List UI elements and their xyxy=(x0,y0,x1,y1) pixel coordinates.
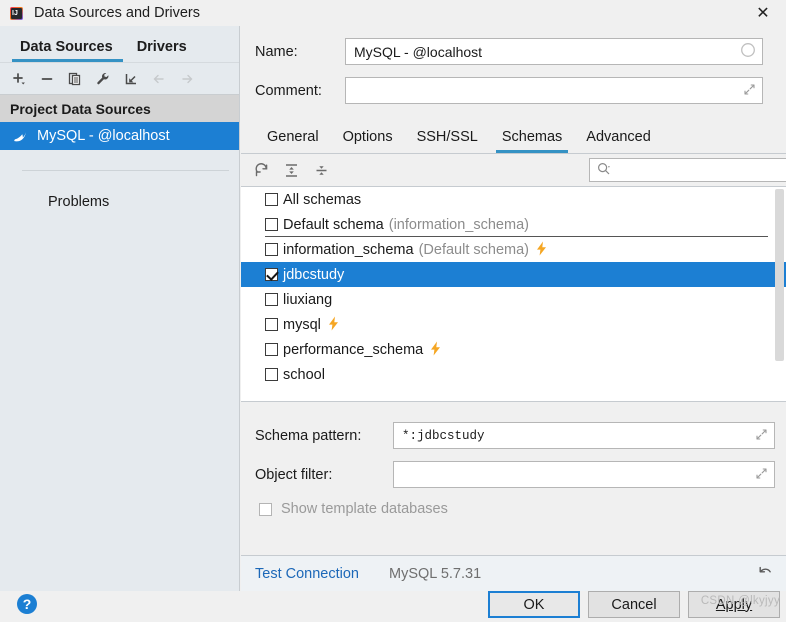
ok-button[interactable]: OK xyxy=(488,591,580,618)
left-tab-bar: Data Sources Drivers xyxy=(0,26,239,62)
search-input[interactable] xyxy=(589,158,786,182)
schema-label: jdbcstudy xyxy=(283,266,345,283)
collapse-all-icon[interactable] xyxy=(309,158,333,182)
schema-row-liuxiang[interactable]: liuxiang xyxy=(241,287,786,312)
status-circle-icon xyxy=(740,42,756,61)
tab-general[interactable]: General xyxy=(255,129,331,153)
checkbox[interactable] xyxy=(265,293,278,306)
lightning-bolt-icon xyxy=(327,316,340,333)
back-arrow-icon xyxy=(146,66,172,92)
revert-arrow-icon[interactable] xyxy=(756,563,774,586)
schema-note: (information_schema) xyxy=(388,216,529,233)
left-panel: Data Sources Drivers Project Data Source… xyxy=(0,26,240,622)
import-icon[interactable] xyxy=(118,66,144,92)
schema-pattern-value: *:jdbcstudy xyxy=(402,428,485,443)
help-button[interactable]: ? xyxy=(17,594,37,614)
schema-pattern-label: Schema pattern: xyxy=(255,427,362,444)
checkbox[interactable] xyxy=(265,243,278,256)
schema-label: performance_schema xyxy=(283,341,424,358)
schema-note: (Default schema) xyxy=(418,241,529,258)
project-data-sources-header: Project Data Sources xyxy=(0,94,239,122)
schema-row-school[interactable]: school xyxy=(241,362,786,387)
name-label: Name: xyxy=(255,43,298,60)
checkbox[interactable] xyxy=(265,318,278,331)
intellij-idea-icon: IJ xyxy=(8,5,24,21)
title-bar: IJ Data Sources and Drivers ✕ xyxy=(0,0,786,26)
test-connection-link[interactable]: Test Connection xyxy=(255,566,359,582)
schema-label: liuxiang xyxy=(283,291,333,308)
checkbox[interactable] xyxy=(265,193,278,206)
schema-row-all-schemas[interactable]: All schemas xyxy=(241,187,786,212)
divider xyxy=(22,170,229,171)
schema-row-jdbcstudy[interactable]: jdbcstudy xyxy=(241,262,786,287)
expand-arrow-icon[interactable] xyxy=(743,83,756,99)
cancel-button[interactable]: Cancel xyxy=(588,591,680,618)
name-input[interactable]: MySQL - @localhost xyxy=(345,38,763,65)
remove-icon[interactable] xyxy=(34,66,60,92)
schema-list[interactable]: All schemas Default schema (information_… xyxy=(241,186,786,402)
name-row: Name: MySQL - @localhost xyxy=(255,38,775,65)
expand-arrow-icon[interactable] xyxy=(755,428,768,444)
forward-arrow-icon xyxy=(174,66,200,92)
show-template-databases-row[interactable]: Show template databases xyxy=(259,501,448,517)
tab-data-sources[interactable]: Data Sources xyxy=(10,39,127,62)
object-filter-input[interactable] xyxy=(393,461,775,488)
data-sources-dialog: IJ Data Sources and Drivers ✕ Data Sourc… xyxy=(0,0,786,622)
server-version-label: MySQL 5.7.31 xyxy=(388,565,482,582)
apply-button[interactable]: Apply xyxy=(688,591,780,618)
dialog-button-bar: ? OK Cancel Apply CSDN @lkyjyy xyxy=(0,591,786,622)
schema-row-default-schema[interactable]: Default schema (information_schema) xyxy=(241,212,786,237)
copy-icon[interactable] xyxy=(62,66,88,92)
connection-footer: Test Connection MySQL 5.7.31 xyxy=(241,555,786,591)
refresh-icon[interactable] xyxy=(249,158,273,182)
expand-arrow-icon[interactable] xyxy=(755,467,768,483)
mysql-dolphin-icon xyxy=(12,128,30,144)
schema-pattern-row: Schema pattern: *:jdbcstudy xyxy=(255,422,775,449)
left-toolbar xyxy=(0,62,239,94)
right-panel: Name: MySQL - @localhost Comment: Genera… xyxy=(241,26,786,591)
checkbox[interactable] xyxy=(265,218,278,231)
comment-input[interactable] xyxy=(345,77,763,104)
schema-label: school xyxy=(283,366,325,383)
schema-list-scrollbar[interactable] xyxy=(775,189,784,361)
data-source-label: MySQL - @localhost xyxy=(37,128,170,144)
show-template-databases-label: Show template databases xyxy=(281,501,448,517)
lightning-bolt-icon xyxy=(429,341,442,358)
schema-row-performance-schema[interactable]: performance_schema xyxy=(241,337,786,362)
schema-pattern-input[interactable]: *:jdbcstudy xyxy=(393,422,775,449)
window-title: Data Sources and Drivers xyxy=(34,5,201,21)
comment-row: Comment: xyxy=(255,77,775,104)
problems-label: Problems xyxy=(48,194,110,210)
add-icon[interactable] xyxy=(6,66,32,92)
name-input-value: MySQL - @localhost xyxy=(354,43,483,60)
close-icon[interactable]: ✕ xyxy=(740,0,786,26)
data-source-item-mysql[interactable]: MySQL - @localhost xyxy=(0,122,239,150)
lightning-bolt-icon xyxy=(535,241,548,258)
expand-all-icon[interactable] xyxy=(279,158,303,182)
schema-row-information-schema[interactable]: information_schema (Default schema) xyxy=(241,237,786,262)
tab-schemas[interactable]: Schemas xyxy=(490,129,574,153)
schema-label: mysql xyxy=(283,316,321,333)
tab-drivers[interactable]: Drivers xyxy=(127,39,201,62)
search-icon xyxy=(596,161,612,180)
checkbox[interactable] xyxy=(265,343,278,356)
checkbox[interactable] xyxy=(265,368,278,381)
schema-label: Default schema xyxy=(283,216,384,233)
schema-label: All schemas xyxy=(283,191,362,208)
left-panel-body: Problems xyxy=(0,150,239,622)
apply-button-label: Apply xyxy=(715,596,753,613)
tab-options[interactable]: Options xyxy=(331,129,405,153)
object-filter-row: Object filter: xyxy=(255,461,775,488)
wrench-icon[interactable] xyxy=(90,66,116,92)
tab-advanced[interactable]: Advanced xyxy=(574,129,663,153)
schema-label: information_schema xyxy=(283,241,414,258)
schema-row-mysql[interactable]: mysql xyxy=(241,312,786,337)
checkbox[interactable] xyxy=(265,268,278,281)
schema-toolbar xyxy=(241,155,786,185)
checkbox[interactable] xyxy=(259,502,272,516)
comment-label: Comment: xyxy=(255,82,322,99)
tab-ssh-ssl[interactable]: SSH/SSL xyxy=(405,129,490,153)
object-filter-label: Object filter: xyxy=(255,466,333,483)
config-tab-bar: General Options SSH/SSL Schemas Advanced xyxy=(241,120,786,154)
